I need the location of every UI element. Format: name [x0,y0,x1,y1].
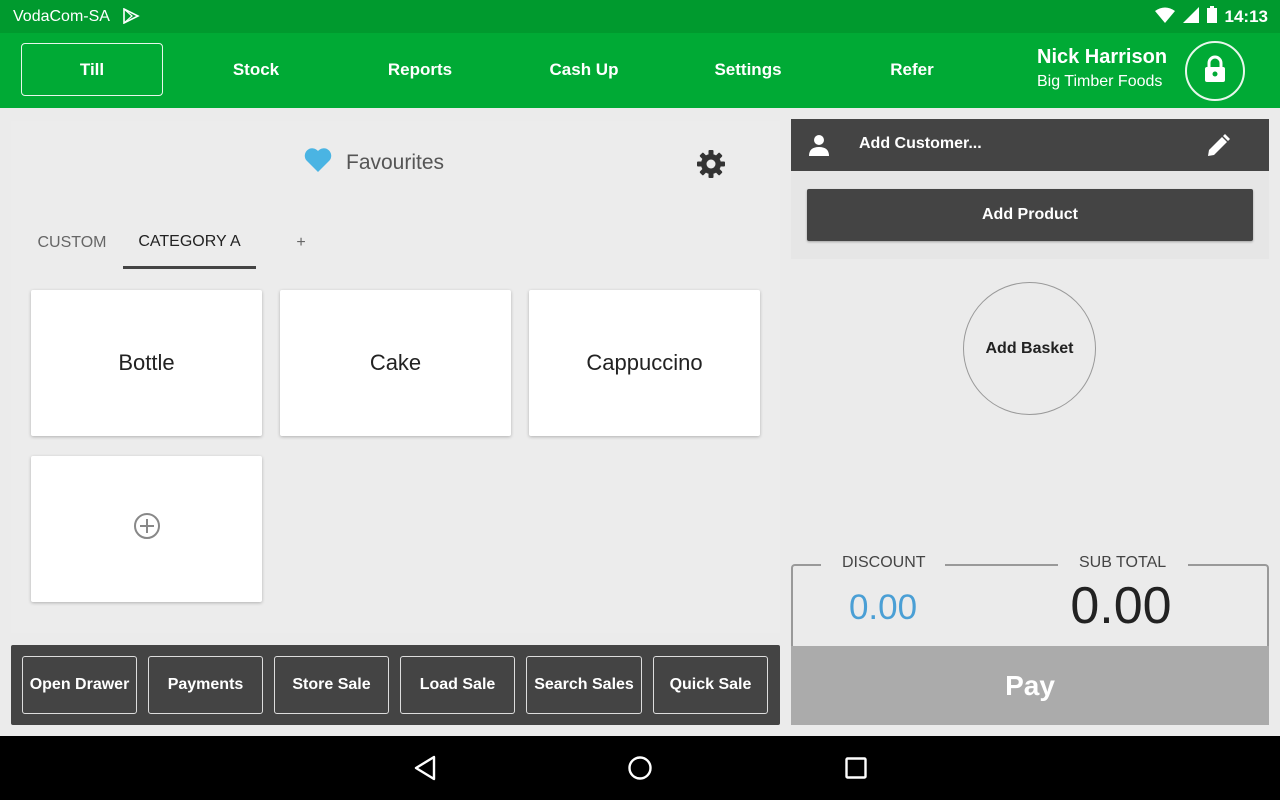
system-nav-bar [0,736,1280,800]
battery-icon [1206,6,1217,28]
top-navigation: Till Stock Reports Cash Up Settings Refe… [0,33,1280,108]
load-sale-button[interactable]: Load Sale [400,656,515,714]
lock-button[interactable] [1185,41,1245,101]
add-customer-label: Add Customer... [859,135,982,152]
tab-stock[interactable]: Stock [185,43,327,96]
play-store-icon [122,7,140,29]
product-tile-cake[interactable]: Cake [280,290,511,436]
add-product-area: Add Product [791,171,1269,259]
add-customer-bar[interactable]: Add Customer... [791,119,1269,171]
category-tabs: CUSTOM CATEGORY A + [11,217,780,269]
favourites-panel: Favourites CUSTOM CATEGORY A + Bottle Ca… [11,121,780,633]
person-icon [807,133,831,162]
status-bar: VodaCom-SA 14:13 [0,0,1280,33]
tab-reports[interactable]: Reports [349,43,491,96]
add-product-tile[interactable] [31,456,262,602]
discount-value[interactable]: 0.00 [791,588,975,628]
plus-circle-icon [133,512,161,546]
open-drawer-button[interactable]: Open Drawer [22,656,137,714]
sale-panel: Add Customer... Add Product Add Basket D… [791,119,1269,725]
tab-settings[interactable]: Settings [677,43,819,96]
tab-till[interactable]: Till [21,43,163,96]
tab-cash-up[interactable]: Cash Up [513,43,655,96]
company-name: Big Timber Foods [1037,73,1163,90]
add-basket-button[interactable]: Add Basket [963,282,1096,415]
user-info: Nick Harrison Big Timber Foods [1037,46,1167,91]
subtotal-label: SUB TOTAL [1079,554,1167,571]
wifi-icon [1154,7,1175,28]
tab-refer[interactable]: Refer [841,43,983,96]
user-name: Nick Harrison [1037,46,1168,68]
favourites-header: Favourites [304,147,444,178]
product-tile-cappuccino[interactable]: Cappuccino [529,290,760,436]
totals-box: DISCOUNT SUB TOTAL 0.00 0.00 [791,554,1269,646]
favourites-title: Favourites [346,150,445,174]
clock: 14:13 [1224,7,1268,26]
product-tile-bottle[interactable]: Bottle [31,290,262,436]
add-product-button[interactable]: Add Product [807,189,1253,241]
pencil-icon[interactable] [1205,133,1231,164]
search-sales-button[interactable]: Search Sales [526,656,642,714]
pay-button[interactable]: Pay [791,646,1269,725]
subtotal-value: 0.00 [1070,577,1172,635]
tab-custom[interactable]: CUSTOM [28,217,116,269]
payments-button[interactable]: Payments [148,656,263,714]
add-category-tab[interactable]: + [281,217,321,269]
recents-icon[interactable] [845,757,867,784]
tab-category-a[interactable]: CATEGORY A [123,217,256,269]
lock-icon [1204,55,1226,88]
store-sale-button[interactable]: Store Sale [274,656,389,714]
gear-icon[interactable] [697,150,725,183]
quick-sale-button[interactable]: Quick Sale [653,656,768,714]
home-icon[interactable] [627,755,653,786]
signal-icon [1182,6,1199,28]
back-icon[interactable] [413,755,437,786]
carrier-name: VodaCom-SA [13,8,110,25]
heart-icon [304,147,332,178]
discount-label: DISCOUNT [842,554,926,571]
action-bar: Open Drawer Payments Store Sale Load Sal… [11,645,780,725]
